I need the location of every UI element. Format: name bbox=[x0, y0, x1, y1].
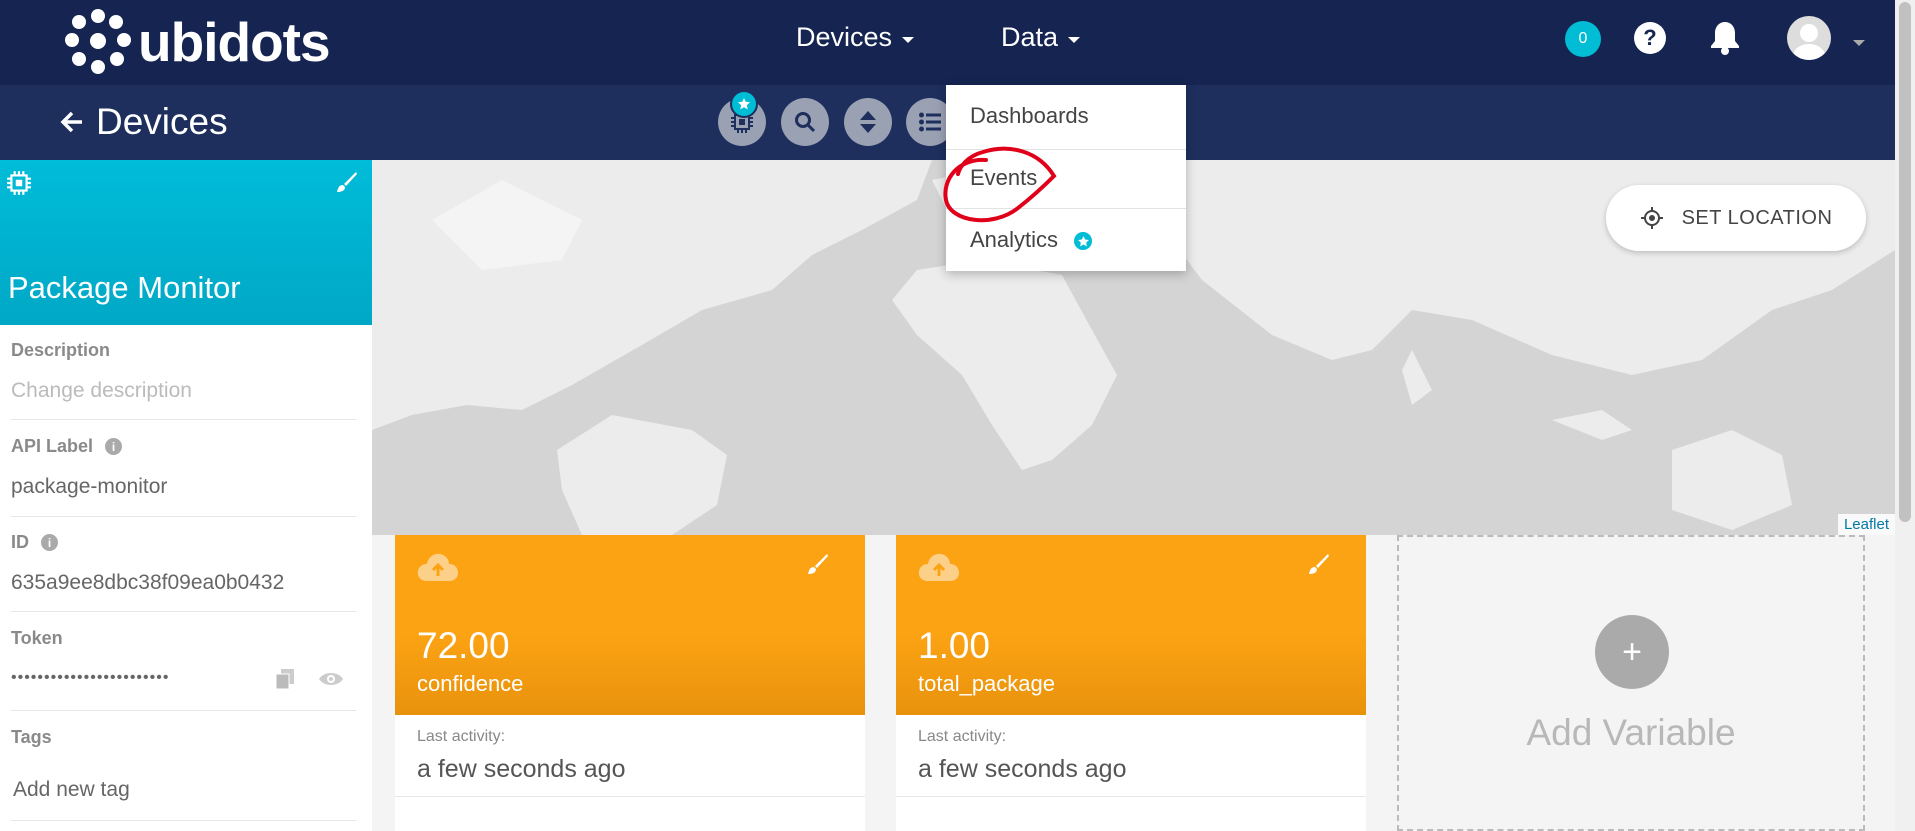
nav-devices-label: Devices bbox=[796, 22, 893, 52]
top-navbar: ubidots Devices Data 0 ? bbox=[0, 0, 1915, 85]
divider bbox=[11, 820, 356, 821]
id-label-text: ID bbox=[11, 532, 29, 552]
last-activity-label: Last activity: bbox=[417, 728, 506, 745]
notification-count-badge[interactable]: 0 bbox=[1565, 21, 1601, 57]
set-location-button[interactable]: SET LOCATION bbox=[1606, 185, 1866, 251]
page-title: Devices bbox=[96, 101, 228, 142]
cloud-upload-icon bbox=[918, 553, 959, 581]
info-icon[interactable]: i bbox=[41, 534, 58, 551]
last-activity-value: a few seconds ago bbox=[417, 755, 626, 783]
divider bbox=[395, 796, 865, 797]
arrow-left-icon bbox=[60, 111, 82, 133]
info-icon[interactable]: i bbox=[105, 438, 123, 455]
add-variable-label: Add Variable bbox=[1526, 712, 1736, 753]
list-icon bbox=[919, 112, 941, 132]
description-label: Description bbox=[11, 340, 110, 361]
page-scrollbar[interactable] bbox=[1895, 0, 1915, 831]
nav-devices-menu[interactable]: Devices bbox=[796, 22, 915, 53]
edit-brush-icon[interactable] bbox=[334, 170, 358, 194]
menu-item-analytics-label: Analytics bbox=[970, 227, 1059, 252]
variable-card[interactable]: 1.00 total_package Last activity: a few … bbox=[896, 535, 1366, 831]
search-button[interactable] bbox=[781, 98, 829, 146]
variable-value: 1.00 bbox=[918, 625, 991, 666]
variable-card[interactable]: 72.00 confidence Last activity: a few se… bbox=[395, 535, 865, 831]
search-icon bbox=[795, 112, 816, 133]
edit-brush-icon[interactable] bbox=[1306, 552, 1330, 576]
token-label-text: Token bbox=[11, 628, 63, 648]
id-label: ID i bbox=[11, 532, 58, 553]
chevron-down-icon bbox=[1068, 36, 1081, 43]
device-details-panel: Package Monitor Description Change descr… bbox=[0, 160, 372, 831]
crosshair-icon bbox=[1640, 207, 1663, 229]
divider bbox=[11, 710, 356, 711]
menu-item-events[interactable]: Events bbox=[970, 165, 1037, 191]
menu-item-analytics[interactable]: Analytics bbox=[970, 227, 1093, 253]
variable-name: confidence bbox=[417, 671, 524, 696]
divider bbox=[11, 516, 356, 517]
divider bbox=[11, 419, 356, 420]
ubidots-logo[interactable]: ubidots bbox=[64, 8, 331, 76]
nav-data-menu[interactable]: Data bbox=[1001, 22, 1081, 53]
sort-icon bbox=[860, 111, 876, 133]
menu-item-dashboards[interactable]: Dashboards bbox=[970, 103, 1089, 129]
api-label-label-text: API Label bbox=[11, 436, 94, 456]
device-name[interactable]: Package Monitor bbox=[8, 270, 241, 306]
token-label: Token bbox=[11, 628, 63, 649]
device-header-card: Package Monitor bbox=[0, 160, 372, 325]
last-activity-label: Last activity: bbox=[918, 728, 1007, 745]
chevron-down-icon[interactable] bbox=[1853, 40, 1865, 46]
divider bbox=[11, 611, 356, 612]
bell-icon[interactable] bbox=[1708, 20, 1742, 61]
scrollbar-thumb[interactable] bbox=[1899, 2, 1911, 522]
cloud-upload-icon bbox=[417, 553, 458, 581]
data-dropdown-menu: Dashboards Events Analytics bbox=[946, 85, 1186, 271]
api-label-value[interactable]: package-monitor bbox=[11, 475, 167, 499]
variable-card-header: 72.00 confidence bbox=[395, 535, 865, 715]
add-tag-input[interactable]: Add new tag bbox=[13, 778, 130, 802]
chip-icon bbox=[7, 171, 31, 195]
variable-name: total_package bbox=[918, 671, 1055, 696]
set-location-label: SET LOCATION bbox=[1681, 206, 1833, 229]
logo-text: ubidots bbox=[138, 10, 331, 73]
description-label-text: Description bbox=[11, 340, 111, 360]
divider bbox=[896, 796, 1366, 797]
ubidots-logo-icon bbox=[65, 9, 131, 74]
star-icon bbox=[1074, 232, 1093, 251]
device-id-value[interactable]: 635a9ee8dbc38f09ea0b0432 bbox=[11, 571, 284, 595]
avatar[interactable] bbox=[1787, 16, 1831, 60]
copy-icon[interactable] bbox=[274, 668, 296, 690]
help-icon[interactable]: ? bbox=[1634, 22, 1666, 54]
nav-data-label: Data bbox=[1001, 22, 1059, 52]
plus-icon[interactable]: + bbox=[1595, 615, 1669, 689]
variable-card-header: 1.00 total_package bbox=[896, 535, 1366, 715]
api-label-label: API Label i bbox=[11, 436, 123, 457]
chevron-down-icon bbox=[902, 36, 915, 43]
leaflet-attribution-link[interactable]: Leaflet bbox=[1837, 514, 1895, 535]
star-icon bbox=[730, 90, 758, 118]
token-value: •••••••••••••••••••••••• bbox=[11, 669, 170, 686]
back-to-devices[interactable]: Devices bbox=[60, 101, 228, 143]
add-variable-card[interactable]: + Add Variable bbox=[1397, 535, 1865, 831]
tags-label: Tags bbox=[11, 727, 52, 748]
menu-divider bbox=[946, 208, 1186, 209]
edit-brush-icon[interactable] bbox=[805, 552, 829, 576]
tags-label-text: Tags bbox=[11, 727, 52, 747]
last-activity-value: a few seconds ago bbox=[918, 755, 1127, 783]
eye-icon[interactable] bbox=[318, 670, 344, 688]
menu-divider bbox=[946, 149, 1186, 150]
sort-button[interactable] bbox=[844, 98, 892, 146]
variable-value: 72.00 bbox=[417, 625, 510, 666]
description-input[interactable]: Change description bbox=[11, 379, 192, 403]
